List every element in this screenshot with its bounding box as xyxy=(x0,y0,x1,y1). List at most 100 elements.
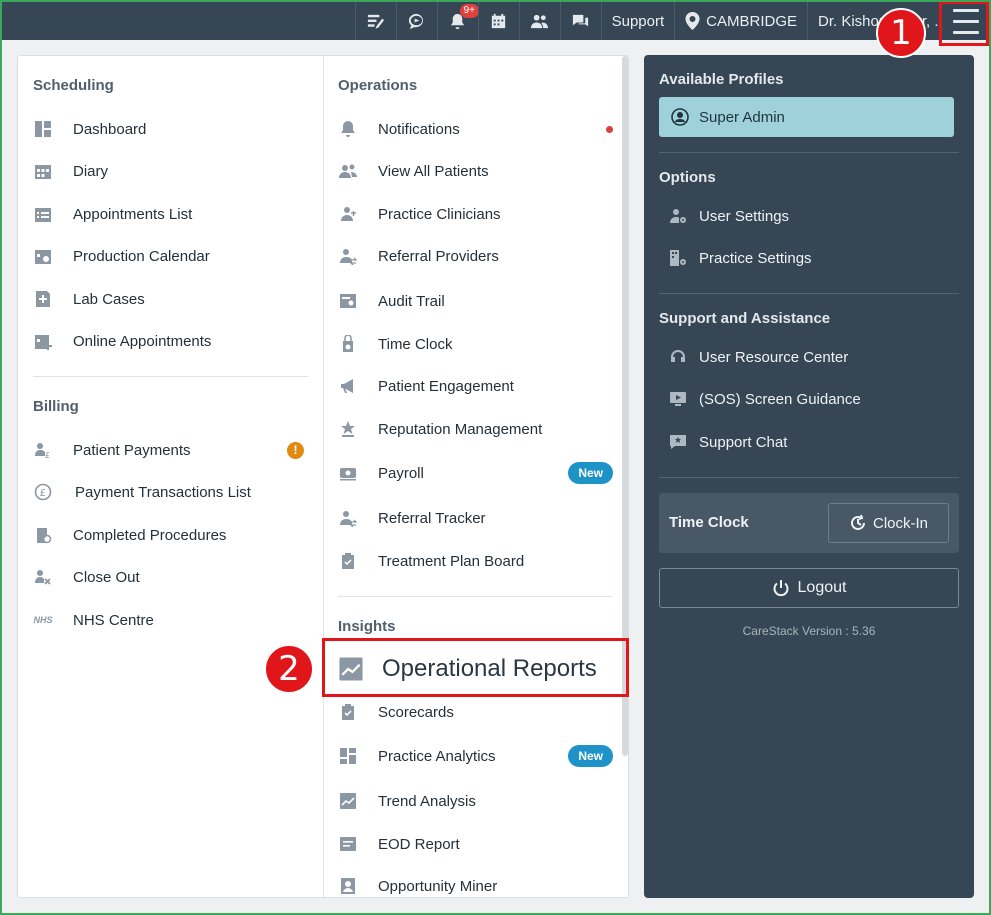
megaphone-icon xyxy=(338,376,358,396)
panel-divider xyxy=(659,293,959,294)
calendar-icon[interactable] xyxy=(477,2,519,40)
menu-item-label: User Resource Center xyxy=(699,348,849,366)
messages-icon[interactable] xyxy=(559,2,601,40)
logout-label: Logout xyxy=(797,579,847,596)
menu-item-nhs-centre[interactable]: NHS NHS Centre xyxy=(33,605,308,635)
menu-item-referral-providers[interactable]: Referral Providers xyxy=(338,241,613,271)
menu-item-label: Time Clock xyxy=(378,335,453,353)
menu-item-scorecards[interactable]: Scorecards xyxy=(338,697,613,727)
audit-trail-icon xyxy=(338,291,358,311)
menu-item-treatment-plan-board[interactable]: Treatment Plan Board xyxy=(338,546,613,576)
time-clock-icon xyxy=(338,334,358,354)
menu-item-online-appointments[interactable]: Online Appointments xyxy=(33,326,308,356)
menu-item-label: Treatment Plan Board xyxy=(378,552,525,570)
main-menu-panel: Scheduling Dashboard Diary Appointments … xyxy=(17,55,629,898)
menu-item-trend-analysis[interactable]: Trend Analysis xyxy=(338,786,613,816)
completed-procedures-icon xyxy=(33,525,53,545)
menu-item-label: EOD Report xyxy=(378,835,460,853)
menu-item-label: Dashboard xyxy=(73,120,147,138)
location-pin-icon xyxy=(685,12,700,30)
dashboard-icon xyxy=(33,119,53,139)
menu-item-label: Notifications xyxy=(378,120,460,138)
menu-item-audit-trail[interactable]: Audit Trail xyxy=(338,286,613,316)
chat-bubble-icon[interactable] xyxy=(395,2,437,40)
column-divider xyxy=(323,56,324,897)
panel-divider xyxy=(659,152,959,153)
screen-play-icon xyxy=(670,392,686,406)
time-clock-box: Time Clock Clock-In xyxy=(659,493,959,553)
menu-item-opportunity-miner[interactable]: Opportunity Miner xyxy=(338,871,613,897)
menu-item-label: Patient Payments xyxy=(73,441,191,459)
opportunity-miner-icon xyxy=(338,876,358,896)
menu-item-label: Referral Providers xyxy=(378,247,499,265)
menu-item-label: User Settings xyxy=(699,207,790,225)
menu-item-patient-engagement[interactable]: Patient Engagement xyxy=(338,371,613,401)
referral-tracker-icon xyxy=(338,508,358,528)
menu-item-appointments-list[interactable]: Appointments List xyxy=(33,199,308,229)
user-circle-icon xyxy=(671,108,689,126)
menu-item-production-calendar[interactable]: Production Calendar xyxy=(33,241,308,271)
location-selector[interactable]: CAMBRIDGE xyxy=(674,2,807,40)
menu-item-label: Patient Engagement xyxy=(378,377,514,395)
support-link[interactable]: Support xyxy=(600,2,675,40)
menu-item-referral-tracker[interactable]: Referral Tracker xyxy=(338,503,613,533)
menu-item-completed-procedures[interactable]: Completed Procedures xyxy=(33,520,308,550)
menu-item-view-all-patients[interactable]: View All Patients xyxy=(338,156,613,186)
menu-item-label: Opportunity Miner xyxy=(378,877,498,895)
menu-item-time-clock[interactable]: Time Clock xyxy=(338,329,613,359)
operations-title: Operations xyxy=(338,77,418,94)
menu-item-close-out[interactable]: Close Out xyxy=(33,562,308,592)
menu-item-label: Trend Analysis xyxy=(378,792,476,810)
tasks-icon[interactable] xyxy=(354,2,396,40)
user-settings-link[interactable]: User Settings xyxy=(669,203,789,229)
available-profiles-title: Available Profiles xyxy=(659,71,784,88)
support-chat-link[interactable]: Support Chat xyxy=(669,429,787,455)
menu-item-label: Referral Tracker xyxy=(378,509,486,527)
top-bar: 9+ Support CAMBRIDGE Dr. Kishor r, . xyxy=(2,2,989,40)
menu-item-patient-payments[interactable]: £ Patient Payments ! xyxy=(33,435,308,465)
profile-panel: Available Profiles Super Admin Options U… xyxy=(644,55,974,898)
options-title: Options xyxy=(659,169,716,186)
clock-in-button[interactable]: Clock-In xyxy=(828,503,949,543)
scorecards-icon xyxy=(338,702,358,722)
profile-label: Super Admin xyxy=(699,108,785,126)
patients-group-icon[interactable] xyxy=(518,2,560,40)
power-icon xyxy=(773,580,789,597)
menu-item-lab-cases[interactable]: Lab Cases xyxy=(33,284,308,314)
menu-item-label: View All Patients xyxy=(378,162,489,180)
diary-calendar-icon xyxy=(33,161,53,181)
menu-item-label: Audit Trail xyxy=(378,292,445,310)
menu-item-label: Practice Analytics xyxy=(378,747,496,765)
warning-badge: ! xyxy=(287,441,304,459)
menu-item-label: Payment Transactions List xyxy=(75,483,251,501)
practice-settings-link[interactable]: Practice Settings xyxy=(669,245,812,271)
menu-item-label: Completed Procedures xyxy=(73,526,227,544)
headset-icon xyxy=(671,350,685,362)
production-calendar-icon xyxy=(33,246,53,266)
menu-item-label: NHS Centre xyxy=(73,611,154,629)
menu-item-diary[interactable]: Diary xyxy=(33,156,308,186)
user-resource-center-link[interactable]: User Resource Center xyxy=(669,344,848,370)
notifications-bell-icon[interactable]: 9+ xyxy=(436,2,480,40)
step2-marker: 2 xyxy=(264,644,314,694)
reputation-star-icon xyxy=(338,419,358,439)
pound-currency-icon: £ xyxy=(33,482,53,502)
menu-item-label: Close Out xyxy=(73,568,140,586)
menu-item-label: Reputation Management xyxy=(378,420,543,438)
menu-item-payment-transactions-list[interactable]: £ Payment Transactions List xyxy=(33,477,308,507)
unread-dot xyxy=(606,125,613,133)
menu-item-notifications[interactable]: Notifications xyxy=(338,114,613,144)
menu-item-payroll[interactable]: Payroll New xyxy=(338,458,613,488)
trend-analysis-icon xyxy=(338,791,358,811)
screen-guidance-link[interactable]: (SOS) Screen Guidance xyxy=(669,386,861,412)
menu-item-practice-analytics[interactable]: Practice Analytics New xyxy=(338,741,613,771)
step1-marker: 1 xyxy=(876,8,926,58)
menu-item-practice-clinicians[interactable]: Practice Clinicians xyxy=(338,199,613,229)
menu-item-eod-report[interactable]: EOD Report xyxy=(338,829,613,859)
logout-button[interactable]: Logout xyxy=(659,568,959,608)
location-label: CAMBRIDGE xyxy=(706,12,797,30)
menu-item-reputation-management[interactable]: Reputation Management xyxy=(338,414,613,444)
practice-settings-icon xyxy=(670,250,686,266)
menu-item-dashboard[interactable]: Dashboard xyxy=(33,114,308,144)
profile-super-admin[interactable]: Super Admin xyxy=(659,97,954,137)
